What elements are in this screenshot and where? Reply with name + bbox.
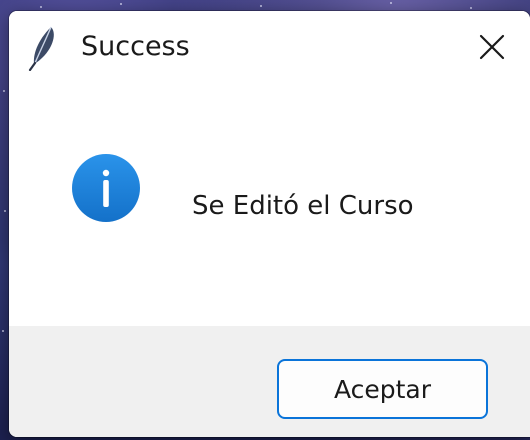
message-dialog: Success Se Editó el Curso Aceptar — [9, 11, 530, 437]
title-bar[interactable]: Success — [9, 11, 530, 87]
window-title: Success — [81, 31, 190, 62]
feather-icon — [28, 26, 54, 71]
message-text: Se Editó el Curso — [192, 191, 414, 221]
close-button[interactable] — [454, 11, 530, 83]
dialog-content: Se Editó el Curso — [9, 87, 530, 326]
dialog-footer: Aceptar — [9, 326, 530, 437]
info-icon — [72, 154, 140, 222]
close-icon — [479, 34, 505, 60]
accept-button[interactable]: Aceptar — [277, 359, 488, 419]
